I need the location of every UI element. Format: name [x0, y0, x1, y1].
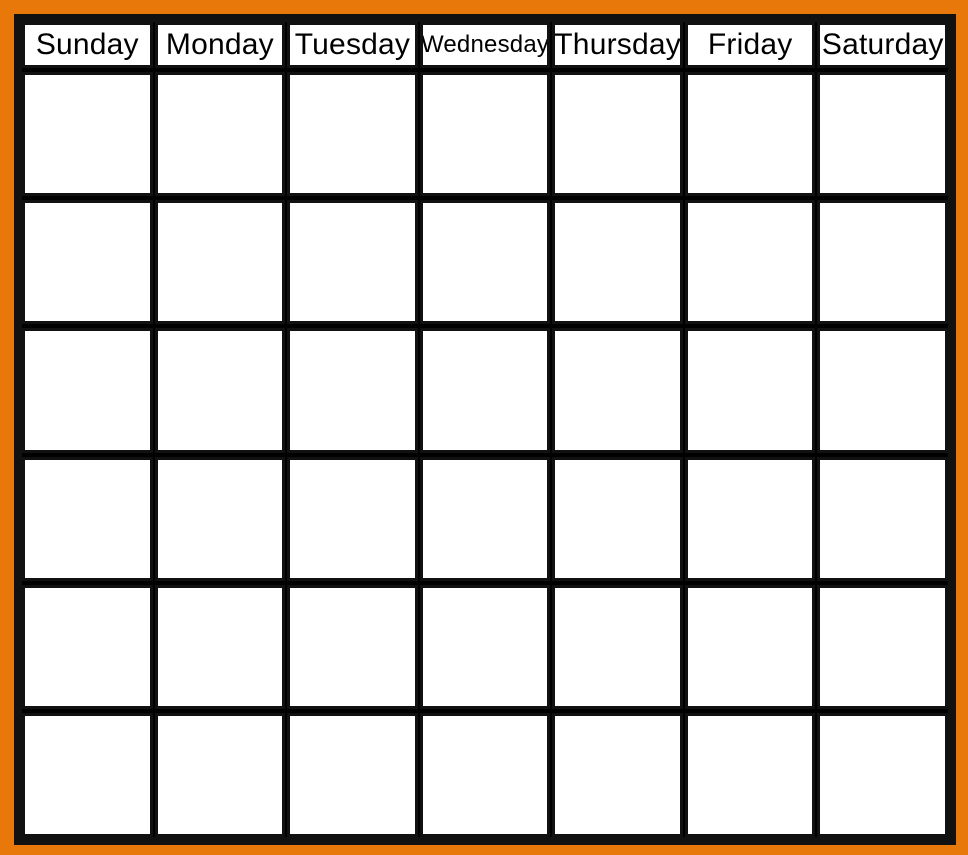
day-cell[interactable] [817, 200, 948, 325]
week-row [22, 72, 948, 197]
week-row [22, 584, 948, 709]
day-cell[interactable] [419, 328, 551, 453]
day-cell[interactable] [287, 72, 418, 197]
day-cell[interactable] [419, 456, 551, 581]
day-cell[interactable] [684, 712, 816, 837]
day-cell[interactable] [817, 328, 948, 453]
day-cell[interactable] [154, 456, 286, 581]
calendar-grid: Sunday Monday Tuesday Wednesday Thursday Frid… [14, 14, 956, 845]
day-cell[interactable] [154, 584, 286, 709]
day-cell[interactable] [154, 72, 286, 197]
day-cell[interactable] [552, 72, 683, 197]
day-cell[interactable] [22, 328, 153, 453]
calendar-outer-frame: Sunday Monday Tuesday Wednesday Thursday Frid… [0, 0, 968, 855]
day-cell[interactable] [552, 712, 683, 837]
weekday-label: Thursday [554, 28, 681, 61]
day-cell[interactable] [552, 328, 683, 453]
day-cell[interactable] [22, 712, 153, 837]
day-cell[interactable] [419, 712, 551, 837]
day-cell[interactable] [419, 584, 551, 709]
day-cell[interactable] [817, 456, 948, 581]
day-cell[interactable] [287, 584, 418, 709]
weekday-header-cell[interactable]: Tuesday [287, 22, 418, 68]
weekday-label: Monday [165, 28, 274, 61]
day-cell[interactable] [684, 328, 816, 453]
day-cell[interactable] [684, 200, 816, 325]
weekday-header-cell[interactable]: Thursday [552, 22, 683, 68]
week-row [22, 328, 948, 453]
day-cell[interactable] [419, 72, 551, 197]
week-row [22, 200, 948, 325]
weekday-header-cell[interactable]: Sunday [22, 22, 153, 68]
day-cell[interactable] [154, 200, 286, 325]
weekday-label: Sunday [35, 28, 139, 61]
week-row [22, 456, 948, 581]
day-cell[interactable] [22, 456, 153, 581]
day-cell[interactable] [552, 456, 683, 581]
weekday-header-cell[interactable]: Monday [154, 22, 286, 68]
day-cell[interactable] [684, 72, 816, 197]
weekday-header-cell[interactable]: Friday [684, 22, 816, 68]
day-cell[interactable] [552, 200, 683, 325]
calendar-week-rows [22, 68, 948, 837]
day-cell[interactable] [287, 200, 418, 325]
week-row [22, 712, 948, 837]
day-cell[interactable] [684, 584, 816, 709]
day-cell[interactable] [552, 584, 683, 709]
day-cell[interactable] [154, 712, 286, 837]
weekday-label: Saturday [821, 28, 944, 61]
day-cell[interactable] [287, 456, 418, 581]
day-cell[interactable] [22, 200, 153, 325]
day-cell[interactable] [684, 456, 816, 581]
day-cell[interactable] [817, 584, 948, 709]
weekday-label: Friday [707, 28, 793, 61]
day-cell[interactable] [287, 328, 418, 453]
day-cell[interactable] [817, 712, 948, 837]
weekday-header-row: Sunday Monday Tuesday Wednesday Thursday Frid… [22, 22, 948, 68]
day-cell[interactable] [817, 72, 948, 197]
weekday-label: Tuesday [294, 28, 411, 61]
day-cell[interactable] [22, 72, 153, 197]
day-cell[interactable] [154, 328, 286, 453]
day-cell[interactable] [22, 584, 153, 709]
day-cell[interactable] [287, 712, 418, 837]
weekday-header-cell[interactable]: Saturday [817, 22, 948, 68]
weekday-header-cell[interactable]: Wednesday [419, 22, 551, 68]
day-cell[interactable] [419, 200, 551, 325]
weekday-label: Wednesday [420, 31, 550, 58]
